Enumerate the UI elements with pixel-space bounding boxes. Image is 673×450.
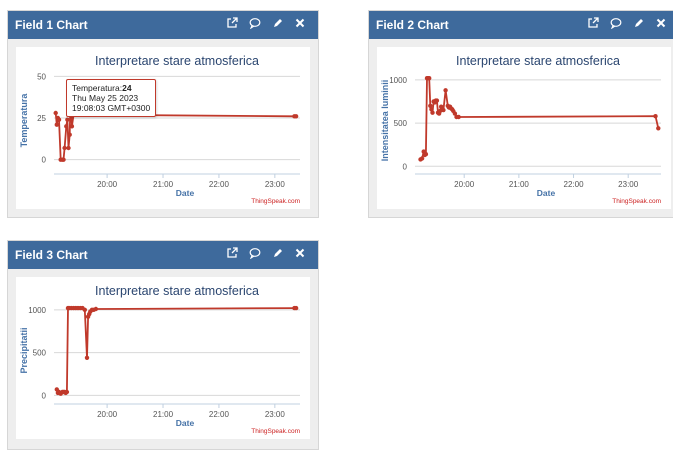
- field-1-chart-header: Field 1 Chart: [8, 11, 318, 39]
- data-point: [56, 117, 62, 122]
- x-tick-label: 22:00: [564, 180, 585, 189]
- data-point: [293, 305, 299, 311]
- open-external-icon[interactable]: [226, 17, 242, 33]
- data-point: [441, 107, 446, 113]
- close-icon[interactable]: [655, 17, 671, 33]
- field-1-chart-title: Field 1 Chart: [15, 18, 88, 32]
- field-3-chart-header: Field 3 Chart: [8, 241, 318, 269]
- x-tick-label: 23:00: [618, 180, 639, 189]
- chart-title: Interpretare stare atmosferica: [456, 54, 620, 68]
- series-line: [55, 307, 297, 395]
- field-3-chart-area[interactable]: Interpretare stare atmosferica 0 500 1000 20…: [16, 277, 310, 439]
- field-1-chart-area[interactable]: Interpretare stare atmosferica 0 25 50 20:00…: [16, 47, 310, 209]
- chart-title: Interpretare stare atmosferica: [95, 54, 259, 68]
- data-point: [65, 117, 70, 122]
- data-point: [443, 88, 448, 93]
- field-2-chart-title: Field 2 Chart: [376, 18, 449, 32]
- field-3-chart-title: Field 3 Chart: [15, 248, 88, 262]
- tooltip-time: 19:08:03 GMT+0300: [72, 103, 151, 113]
- y-tick-label: 25: [37, 114, 46, 123]
- data-point: [82, 307, 88, 312]
- data-point: [423, 152, 429, 157]
- x-tick-label: 21:00: [153, 410, 174, 419]
- field-2-chart-widget: Field 2 Chart Interpretare stare atmosfe…: [368, 10, 673, 218]
- data-point: [67, 132, 72, 137]
- open-external-icon[interactable]: [587, 17, 603, 33]
- data-point: [64, 389, 70, 395]
- y-axis-title: Temperatura: [19, 93, 29, 148]
- tooltip-label: Temperatura:: [72, 83, 123, 93]
- x-tick-label: 23:00: [265, 180, 286, 189]
- field-2-chart-svg: Interpretare stare atmosferica 0 500 1000 20…: [380, 54, 661, 205]
- field-1-chart-widget: Field 1 Chart Interpretare stare atmosfe…: [7, 10, 319, 218]
- data-point: [64, 124, 69, 129]
- field-2-chart-header: Field 2 Chart: [369, 11, 673, 39]
- tooltip-date: Thu May 25 2023: [72, 93, 139, 103]
- data-point: [293, 114, 299, 119]
- y-tick-label: 0: [403, 162, 408, 171]
- tooltip-value: 24: [122, 83, 132, 93]
- x-tick-label: 22:00: [209, 410, 230, 419]
- y-tick-label: 50: [37, 72, 46, 81]
- x-tick-label: 20:00: [97, 180, 118, 189]
- y-tick-label: 1000: [389, 76, 407, 85]
- data-point: [430, 110, 435, 115]
- y-tick-label: 500: [33, 349, 47, 358]
- data-point: [54, 122, 59, 127]
- comment-icon[interactable]: [249, 247, 265, 263]
- field-3-chart-svg: Interpretare stare atmosferica 0 500 1000 20…: [19, 284, 300, 435]
- comment-icon[interactable]: [610, 17, 626, 33]
- y-tick-label: 500: [394, 119, 408, 128]
- data-point: [84, 355, 90, 360]
- edit-pencil-icon[interactable]: [272, 17, 288, 33]
- close-icon[interactable]: [294, 247, 310, 263]
- y-tick-label: 0: [42, 391, 47, 400]
- data-point: [456, 114, 461, 120]
- thingspeak-credit-link: ThingSpeak.com: [251, 428, 300, 435]
- data-point: [66, 145, 71, 151]
- field-1-chart-svg: Interpretare stare atmosferica 0 25 50 20:00…: [19, 54, 300, 205]
- data-point: [653, 114, 658, 119]
- data-point: [656, 126, 661, 131]
- thingspeak-credit-link: ThingSpeak.com: [612, 198, 661, 205]
- data-point: [62, 145, 67, 151]
- x-tick-label: 23:00: [265, 410, 286, 419]
- y-tick-label: 0: [42, 156, 47, 165]
- edit-pencil-icon[interactable]: [633, 17, 649, 33]
- data-point: [53, 110, 58, 116]
- close-icon[interactable]: [294, 17, 310, 33]
- open-external-icon[interactable]: [226, 247, 242, 263]
- edit-pencil-icon[interactable]: [272, 247, 288, 263]
- data-point-tooltip: Temperatura:24 Thu May 25 2023 19:08:03 …: [66, 79, 157, 117]
- data-point: [419, 156, 425, 161]
- data-point: [427, 76, 432, 81]
- x-tick-label: 20:00: [97, 410, 118, 419]
- data-point: [69, 124, 75, 129]
- data-point: [93, 306, 99, 312]
- y-axis-title: Intensitatea luminii: [380, 80, 390, 162]
- field-3-chart-widget: Field 3 Chart Interpretare stare atmosfe…: [7, 240, 319, 450]
- x-tick-label: 21:00: [509, 180, 530, 189]
- data-point: [434, 98, 440, 103]
- comment-icon[interactable]: [249, 17, 265, 33]
- x-tick-label: 21:00: [153, 180, 174, 189]
- x-tick-label: 20:00: [454, 180, 475, 189]
- thingspeak-credit-link: ThingSpeak.com: [251, 198, 300, 205]
- x-tick-label: 22:00: [209, 180, 230, 189]
- x-axis-title: Date: [537, 188, 556, 198]
- y-tick-label: 1000: [28, 306, 46, 315]
- chart-title: Interpretare stare atmosferica: [95, 284, 259, 298]
- x-axis-title: Date: [176, 418, 195, 428]
- data-point: [61, 157, 66, 162]
- field-2-chart-area[interactable]: Interpretare stare atmosferica 0 500 1000 20…: [377, 47, 671, 209]
- y-axis-title: Precipitatii: [19, 327, 29, 373]
- x-axis-title: Date: [176, 188, 195, 198]
